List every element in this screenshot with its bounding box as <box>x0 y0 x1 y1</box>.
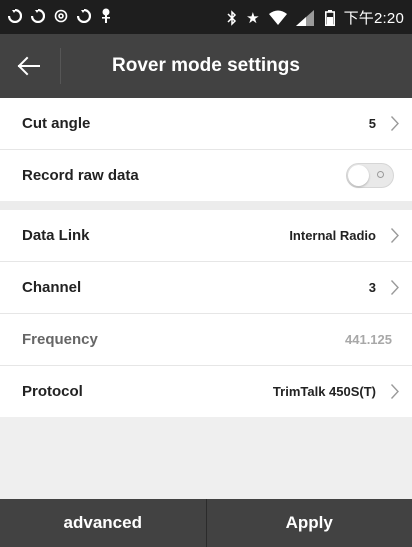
cut-angle-row[interactable]: Cut angle 5 <box>0 98 412 150</box>
title-bar: Rover mode settings <box>0 34 412 98</box>
back-button[interactable] <box>6 44 52 88</box>
protocol-row[interactable]: Protocol TrimTalk 450S(T) <box>0 366 412 417</box>
cut-angle-value: 5 <box>368 116 376 131</box>
chevron-right-icon <box>390 228 399 243</box>
bluetooth-icon <box>227 9 237 26</box>
protocol-value: TrimTalk 450S(T) <box>272 384 376 399</box>
cut-angle-label: Cut angle <box>22 115 91 132</box>
title-divider <box>60 48 61 84</box>
page-title: Rover mode settings <box>112 55 300 76</box>
data-link-row[interactable]: Data Link Internal Radio <box>0 210 412 262</box>
sync-icon <box>77 9 91 23</box>
frequency-value: 441.125 <box>345 332 392 347</box>
chevron-right-icon <box>390 384 399 399</box>
status-time: 下午2:20 <box>343 10 404 27</box>
data-link-value: Internal Radio <box>289 228 376 243</box>
arrow-left-icon <box>17 56 40 76</box>
record-raw-data-toggle[interactable] <box>346 163 394 188</box>
channel-value: 3 <box>368 280 376 295</box>
channel-label: Channel <box>22 279 82 296</box>
star-icon: ★ <box>246 9 260 27</box>
empty-area <box>0 417 412 499</box>
signal-icon <box>295 9 314 26</box>
status-system: ★ 下午2:20 <box>227 7 404 28</box>
frequency-label: Frequency <box>22 331 98 348</box>
section-divider <box>0 201 412 210</box>
sync-icon <box>31 9 45 23</box>
usb-icon <box>102 8 110 23</box>
advanced-button[interactable]: advanced <box>0 499 206 547</box>
record-raw-data-row: Record raw data <box>0 150 412 201</box>
status-notifications <box>8 8 112 24</box>
at-icon <box>54 9 68 23</box>
sync-icon <box>8 9 22 23</box>
protocol-label: Protocol <box>22 383 83 400</box>
frequency-row: Frequency 441.125 <box>0 314 412 366</box>
chevron-right-icon <box>390 280 399 295</box>
record-raw-data-label: Record raw data <box>22 167 139 184</box>
channel-row[interactable]: Channel 3 <box>0 262 412 314</box>
wifi-icon <box>268 10 287 25</box>
toggle-off-icon <box>377 171 384 178</box>
settings-list: Cut angle 5 Record raw data Data Link In… <box>0 98 412 417</box>
data-link-label: Data Link <box>22 227 90 244</box>
status-bar: ★ 下午2:20 <box>0 0 412 34</box>
apply-button[interactable]: Apply <box>207 499 412 547</box>
toggle-knob <box>348 165 369 186</box>
bottom-action-bar: advanced Apply <box>0 499 412 547</box>
chevron-right-icon <box>390 116 399 131</box>
battery-icon <box>324 9 335 26</box>
